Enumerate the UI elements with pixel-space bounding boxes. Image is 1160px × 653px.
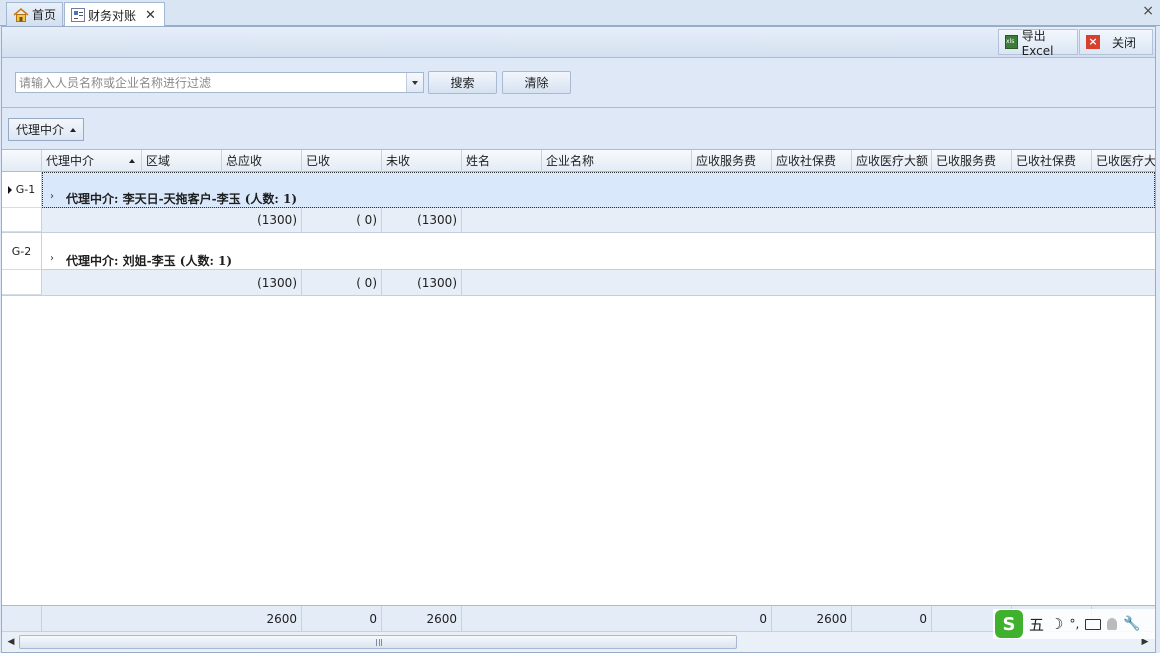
- column-header[interactable]: 企业名称: [542, 150, 692, 172]
- tab-finance-reconcile-label: 财务对账: [88, 8, 137, 23]
- tab-home[interactable]: 首页: [6, 2, 63, 26]
- ime-mode[interactable]: 五: [1029, 614, 1044, 635]
- horizontal-scrollbar[interactable]: ◀ ▶: [2, 631, 1155, 652]
- tab-close-icon[interactable]: ✕: [145, 9, 156, 22]
- footer-unreceived: 2600: [382, 606, 462, 632]
- search-button[interactable]: 搜索: [428, 71, 497, 94]
- moon-icon[interactable]: ☽: [1050, 615, 1063, 633]
- column-header[interactable]: 应收服务费: [692, 150, 772, 172]
- punctuation-icon[interactable]: °,: [1069, 617, 1079, 631]
- app-window: 首页 财务对账 ✕ × 导出Excel × 关闭 搜索 清除: [0, 0, 1160, 653]
- wrench-icon[interactable]: 🔧: [1123, 616, 1140, 632]
- close-label: 关闭: [1112, 35, 1137, 50]
- group-row[interactable]: G-1 › 代理中介: 李天日-天拖客户-李玉 (人数: 1): [2, 172, 1155, 208]
- chevron-down-icon[interactable]: [406, 73, 423, 92]
- summary-received: ( 0): [302, 208, 382, 232]
- scrollbar-thumb[interactable]: [19, 635, 737, 649]
- excel-icon: [1005, 35, 1018, 49]
- column-header[interactable]: 应收社保费: [772, 150, 852, 172]
- column-header[interactable]: 已收社保费: [1012, 150, 1092, 172]
- summary-unreceived: (1300): [382, 270, 462, 295]
- group-label: 代理中介: 李天日-天拖客户-李玉 (人数: 1): [66, 192, 298, 206]
- ime-toolbar: S 五 ☽ °, 🔧: [993, 609, 1155, 639]
- column-header[interactable]: 未收: [382, 150, 462, 172]
- home-icon: [13, 7, 29, 23]
- group-row[interactable]: G-2 › 代理中介: 刘姐-李玉 (人数: 1): [2, 233, 1155, 270]
- column-header[interactable]: 已收服务费: [932, 150, 1012, 172]
- toolbar: 导出Excel × 关闭: [2, 27, 1155, 58]
- search-combo[interactable]: [15, 72, 424, 93]
- ime-logo-icon[interactable]: S: [995, 610, 1023, 638]
- footer-service-fee: 0: [692, 606, 772, 632]
- row-indicator: [2, 270, 42, 295]
- column-header[interactable]: 姓名: [462, 150, 542, 172]
- group-by-chip[interactable]: 代理中介: [8, 118, 85, 141]
- row-indicator[interactable]: G-1: [2, 172, 42, 208]
- current-row-icon: [7, 185, 12, 194]
- group-label: 代理中介: 刘姐-李玉 (人数: 1): [66, 254, 233, 268]
- user-icon[interactable]: [1107, 618, 1118, 630]
- summary-total: (1300): [222, 208, 302, 232]
- window-close-icon[interactable]: ×: [1142, 3, 1154, 19]
- data-grid: 代理中介 区域 总应收 已收 未收 姓名 企业名称 应收服务费 应收社保费 应收…: [2, 150, 1155, 605]
- tab-home-label: 首页: [32, 8, 57, 22]
- grip-icon: [376, 639, 382, 646]
- expand-icon[interactable]: ›: [50, 191, 54, 202]
- sort-ascending-icon: [70, 127, 77, 132]
- indicator-header: [2, 150, 42, 172]
- close-icon: ×: [1086, 35, 1100, 49]
- row-indicator: [2, 208, 42, 232]
- filter-bar: 搜索 清除: [2, 58, 1155, 108]
- group-header-1[interactable]: › 代理中介: 李天日-天拖客户-李玉 (人数: 1): [42, 172, 1155, 208]
- footer-social-fee: 2600: [772, 606, 852, 632]
- summary-total: (1300): [222, 270, 302, 295]
- close-button[interactable]: × 关闭: [1079, 29, 1153, 55]
- footer-indicator: [2, 606, 42, 632]
- column-header[interactable]: 已收医疗大: [1092, 150, 1155, 172]
- group-summary-row: (1300) ( 0) (1300): [2, 208, 1155, 233]
- clear-button[interactable]: 清除: [502, 71, 571, 94]
- summary-unreceived: (1300): [382, 208, 462, 232]
- column-header[interactable]: 已收: [302, 150, 382, 172]
- column-header[interactable]: 区域: [142, 150, 222, 172]
- export-excel-button[interactable]: 导出Excel: [998, 28, 1078, 58]
- grid-header: 代理中介 区域 总应收 已收 未收 姓名 企业名称 应收服务费 应收社保费 应收…: [2, 150, 1155, 172]
- summary-received: ( 0): [302, 270, 382, 295]
- group-by-label: 代理中介: [16, 123, 65, 137]
- keyboard-icon[interactable]: [1085, 618, 1102, 630]
- main-panel: 导出Excel × 关闭 搜索 清除 代理中介 代理: [1, 26, 1156, 653]
- column-header[interactable]: 总应收: [222, 150, 302, 172]
- row-indicator[interactable]: G-2: [2, 233, 42, 270]
- sort-ascending-icon: [129, 159, 135, 163]
- document-icon: [71, 8, 85, 22]
- group-summary-row: (1300) ( 0) (1300): [2, 270, 1155, 296]
- footer-medical-fee: 0: [852, 606, 932, 632]
- expand-icon[interactable]: ›: [50, 253, 54, 264]
- export-excel-label: 导出Excel: [1021, 28, 1054, 58]
- grid-footer-totals: 2600 0 2600 0 2600 0: [2, 605, 1155, 632]
- column-header[interactable]: 代理中介: [42, 150, 142, 172]
- column-header[interactable]: 应收医疗大额: [852, 150, 932, 172]
- group-header-2[interactable]: › 代理中介: 刘姐-李玉 (人数: 1): [42, 233, 1155, 270]
- group-by-panel: 代理中介: [2, 108, 1155, 150]
- search-input[interactable]: [16, 73, 405, 92]
- footer-received: 0: [302, 606, 382, 632]
- footer-total: 2600: [222, 606, 302, 632]
- tab-strip: 首页 财务对账 ✕ ×: [0, 0, 1160, 27]
- scroll-left-icon[interactable]: ◀: [3, 635, 19, 649]
- tab-finance-reconcile[interactable]: 财务对账 ✕: [64, 2, 165, 27]
